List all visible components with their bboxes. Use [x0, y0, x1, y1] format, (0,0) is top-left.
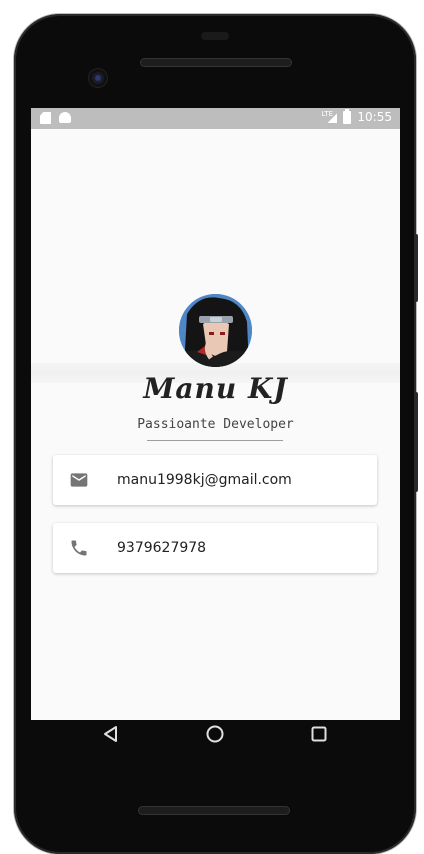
top-speaker-grille	[140, 58, 292, 67]
navigation-bar	[17, 706, 386, 762]
bottom-speaker-grille	[138, 806, 290, 815]
phone-icon	[71, 540, 87, 556]
tagline-divider	[147, 440, 283, 441]
status-bar: LTE 10:55	[31, 108, 400, 129]
recents-icon[interactable]	[309, 724, 329, 744]
status-clock: 10:55	[357, 110, 392, 124]
phone-text: 9379627978	[117, 540, 207, 556]
volume-button[interactable]	[414, 234, 418, 302]
front-camera	[89, 69, 107, 87]
phone-card[interactable]: 9379627978	[53, 523, 377, 573]
profile-name: Manu KJ	[143, 372, 288, 405]
back-icon[interactable]	[101, 724, 121, 744]
home-icon[interactable]	[205, 724, 225, 744]
signal-icon: LTE	[321, 110, 337, 124]
email-icon	[70, 473, 88, 487]
sim-card-icon	[40, 112, 51, 124]
email-text: manu1998kj@gmail.com	[117, 472, 292, 488]
battery-icon	[343, 108, 352, 124]
android-icon	[59, 112, 71, 123]
power-button[interactable]	[414, 392, 418, 492]
network-label: LTE	[321, 110, 334, 118]
profile-avatar	[179, 294, 252, 367]
app-screen: LTE 10:55 Manu KJ Passioante Developer m…	[31, 108, 400, 720]
profile-tagline: Passioante Developer	[137, 417, 294, 432]
email-card[interactable]: manu1998kj@gmail.com	[53, 455, 377, 505]
earpiece-notch	[201, 32, 229, 40]
